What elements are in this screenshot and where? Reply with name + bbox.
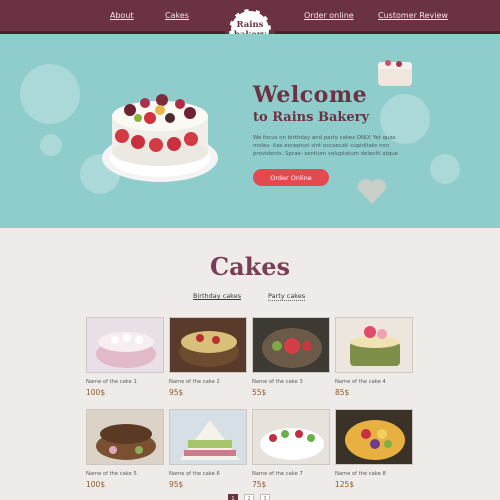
cake-price: 95$ xyxy=(169,480,184,489)
cake-name: Name of the cake 3 xyxy=(252,379,303,385)
hero-description: We focus on birthday and party cakes ONL… xyxy=(253,135,398,157)
cake-card-2[interactable]: Name of the cake 2 95$ xyxy=(169,317,247,397)
nav-cakes[interactable]: Cakes xyxy=(165,11,189,20)
nav-about[interactable]: About xyxy=(110,11,134,20)
nav-order-online[interactable]: Order online xyxy=(304,11,354,20)
cake-thumbnail[interactable] xyxy=(86,409,164,465)
hero-subtitle: to Rains Bakery xyxy=(253,110,370,125)
cake-name: Name of the cake 6 xyxy=(169,471,220,477)
hero-banner: Welcome to Rains Bakery We focus on birt… xyxy=(0,34,500,228)
cake-thumbnail[interactable] xyxy=(252,317,330,373)
order-online-button[interactable]: Order Online xyxy=(253,169,329,186)
cake-card-8[interactable]: Name of the cake 8 125$ xyxy=(335,409,413,489)
cake-card-3[interactable]: Name of the cake 3 55$ xyxy=(252,317,330,397)
cake-card-6[interactable]: Name of the cake 6 95$ xyxy=(169,409,247,489)
cake-price: 100$ xyxy=(86,388,106,397)
cake-name: Name of the cake 7 xyxy=(252,471,303,477)
cake-thumbnail[interactable] xyxy=(335,317,413,373)
cake-price: 75$ xyxy=(252,480,267,489)
bokeh-circle xyxy=(430,154,460,184)
cake-thumbnail[interactable] xyxy=(252,409,330,465)
hero-scalloped-edge xyxy=(0,222,500,230)
section-title-cakes: Cakes xyxy=(209,252,291,281)
tab-party-cakes[interactable]: Party cakes xyxy=(268,292,306,301)
cake-card-5[interactable]: Name of the cake 5 100$ xyxy=(86,409,164,489)
floating-cake-slice-icon xyxy=(378,60,412,86)
page-2-button[interactable]: 2 xyxy=(244,494,254,500)
cake-card-7[interactable]: Name of the cake 7 75$ xyxy=(252,409,330,489)
page-1-button[interactable]: 1 xyxy=(228,494,238,500)
cake-price: 100$ xyxy=(86,480,106,489)
tab-birthday-cakes[interactable]: Birthday cakes xyxy=(193,292,241,300)
cake-price: 125$ xyxy=(335,480,355,489)
bokeh-circle xyxy=(40,134,62,156)
cake-thumbnail[interactable] xyxy=(169,409,247,465)
cake-price: 55$ xyxy=(252,388,267,397)
bokeh-circle xyxy=(20,64,80,124)
hero-title: Welcome xyxy=(253,82,368,108)
cake-name: Name of the cake 5 xyxy=(86,471,137,477)
cake-thumbnail[interactable] xyxy=(86,317,164,373)
cake-thumbnail[interactable] xyxy=(169,317,247,373)
cake-card-1[interactable]: Name of the cake 1 100$ xyxy=(86,317,164,397)
cake-name: Name of the cake 2 xyxy=(169,379,220,385)
cake-price: 95$ xyxy=(169,388,184,397)
floating-heart-cookie-icon xyxy=(357,178,387,204)
cake-thumbnail[interactable] xyxy=(335,409,413,465)
cake-name: Name of the cake 1 xyxy=(86,379,137,385)
cake-name: Name of the cake 4 xyxy=(335,379,386,385)
nav-customer-review[interactable]: Customer Review xyxy=(378,11,448,20)
hero-cake-image xyxy=(102,94,218,182)
cake-name: Name of the cake 8 xyxy=(335,471,386,477)
logo-line-1: Rains xyxy=(236,20,264,30)
cake-price: 85$ xyxy=(335,388,350,397)
page-3-button[interactable]: 3 xyxy=(260,494,270,500)
cake-card-4[interactable]: Name of the cake 4 85$ xyxy=(335,317,413,397)
pagination: 1 2 3 xyxy=(228,494,270,500)
